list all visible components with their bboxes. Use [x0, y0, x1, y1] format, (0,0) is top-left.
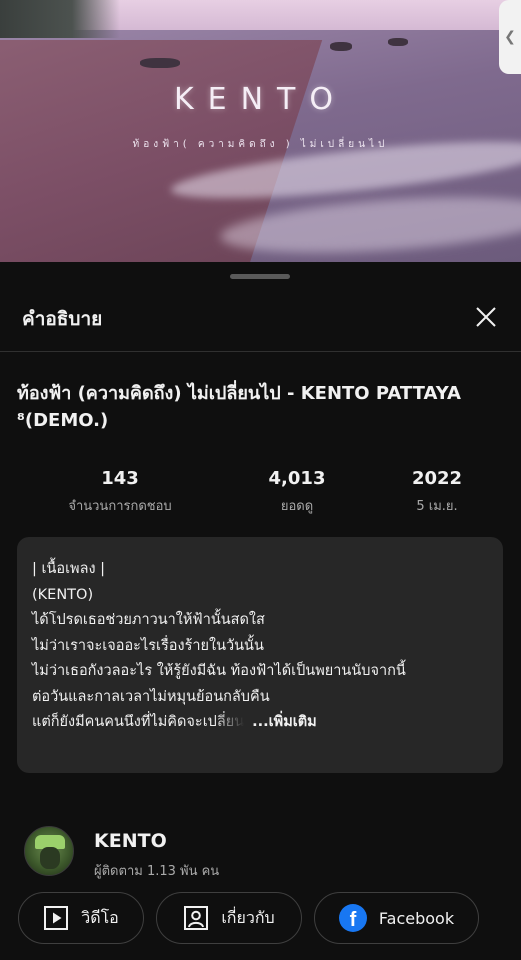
text-fade [214, 713, 245, 731]
likes-label: จำนวนการกดชอบ [68, 499, 172, 514]
stat-date: 2022 5 เม.ย. [362, 468, 512, 516]
facebook-label: Facebook [378, 908, 455, 928]
publish-year: 2022 [411, 468, 463, 489]
video-rock [388, 38, 408, 46]
views-count: 4,013 [268, 468, 326, 489]
sheet-header: คำอธิบาย [0, 292, 521, 351]
stat-likes: 143 จำนวนการกดชอบ [45, 468, 195, 516]
chevron-left-icon: ❮ [504, 29, 516, 45]
description-line: แต่ก็ยังมีคนคนนึงที่ไม่คิดจะเปลี่ยน [32, 714, 245, 730]
description-line: ไม่ว่าเธอกังวลอะไร ให้รู้ยังมีฉัน ท้องฟ้… [32, 663, 406, 679]
channel-avatar[interactable] [24, 826, 74, 876]
channel-name[interactable]: KENTO [94, 830, 167, 852]
facebook-icon: f [338, 904, 367, 932]
stat-views: 4,013 ยอดดู [222, 468, 372, 516]
videos-label: วิดีโอ [81, 907, 119, 927]
videos-button[interactable]: วิดีโอ [18, 892, 144, 944]
channel-links: วิดีโอ เกี่ยวกับ f Facebook [0, 892, 521, 946]
show-more-link[interactable]: ...เพิ่มเติม [252, 714, 317, 730]
video-stats: 143 จำนวนการกดชอบ 4,013 ยอดดู 2022 5 เม.… [0, 468, 521, 528]
video-subtitle-overlay: ท้องฟ้า( ความคิดถึง ) ไม่เปลี่ยนไป [132, 139, 389, 150]
person-box-icon [183, 905, 209, 931]
video-trees [0, 0, 120, 38]
video-rock [330, 42, 352, 51]
side-panel-handle[interactable]: ❮ [499, 0, 521, 74]
likes-count: 143 [101, 468, 139, 489]
views-label: ยอดดู [280, 499, 314, 514]
description-sheet: คำอธิบาย ท้องฟ้า (ความคิดถึง) ไม่เปลี่ยน… [0, 262, 521, 960]
avatar-face [40, 847, 60, 869]
about-label: เกี่ยวกับ [221, 907, 275, 927]
description-line: ไม่ว่าเราจะเจออะไรเรื่องร้ายในวันนั้น [32, 637, 264, 654]
video-title: ท้องฟ้า (ความคิดถึง) ไม่เปลี่ยนไป - KENT… [17, 383, 461, 431]
close-icon [476, 307, 496, 327]
description-last-line: แต่ก็ยังมีคนคนนึงที่ไม่คิดจะเปลี่ยน ...เพ… [32, 710, 497, 736]
play-box-icon [43, 905, 69, 931]
close-button[interactable] [471, 302, 501, 332]
video-rock [140, 58, 180, 68]
facebook-button[interactable]: f Facebook [314, 892, 479, 944]
description-box[interactable]: | เนื้อเพลง | (KENTO) ได้โปรดเธอช่วยภาวน… [17, 537, 503, 773]
description-text: | เนื้อเพลง | (KENTO) ได้โปรดเธอช่วยภาวน… [32, 557, 497, 736]
description-line: ได้โปรดเธอช่วยภาวนาให้ฟ้านั้นสดใส [32, 612, 265, 628]
about-button[interactable]: เกี่ยวกับ [156, 892, 302, 944]
sheet-title: คำอธิบาย [22, 308, 103, 330]
description-line: (KENTO) [32, 586, 94, 603]
description-line: ต่อวันและกาลเวลาไม่หมุนย้อนกลับคืน [32, 688, 270, 705]
header-divider [0, 351, 521, 352]
publish-date: 5 เม.ย. [416, 499, 458, 514]
channel-row[interactable]: KENTO ผู้ติดตาม 1.13 พัน คน [0, 820, 521, 890]
description-line: | เนื้อเพลง | [32, 561, 106, 577]
video-player[interactable]: KENTO ท้องฟ้า( ความคิดถึง ) ไม่เปลี่ยนไป… [0, 0, 521, 262]
channel-subscribers: ผู้ติดตาม 1.13 พัน คน [94, 864, 220, 879]
sheet-drag-handle[interactable] [230, 274, 290, 279]
video-title-overlay: KENTO [173, 82, 347, 117]
